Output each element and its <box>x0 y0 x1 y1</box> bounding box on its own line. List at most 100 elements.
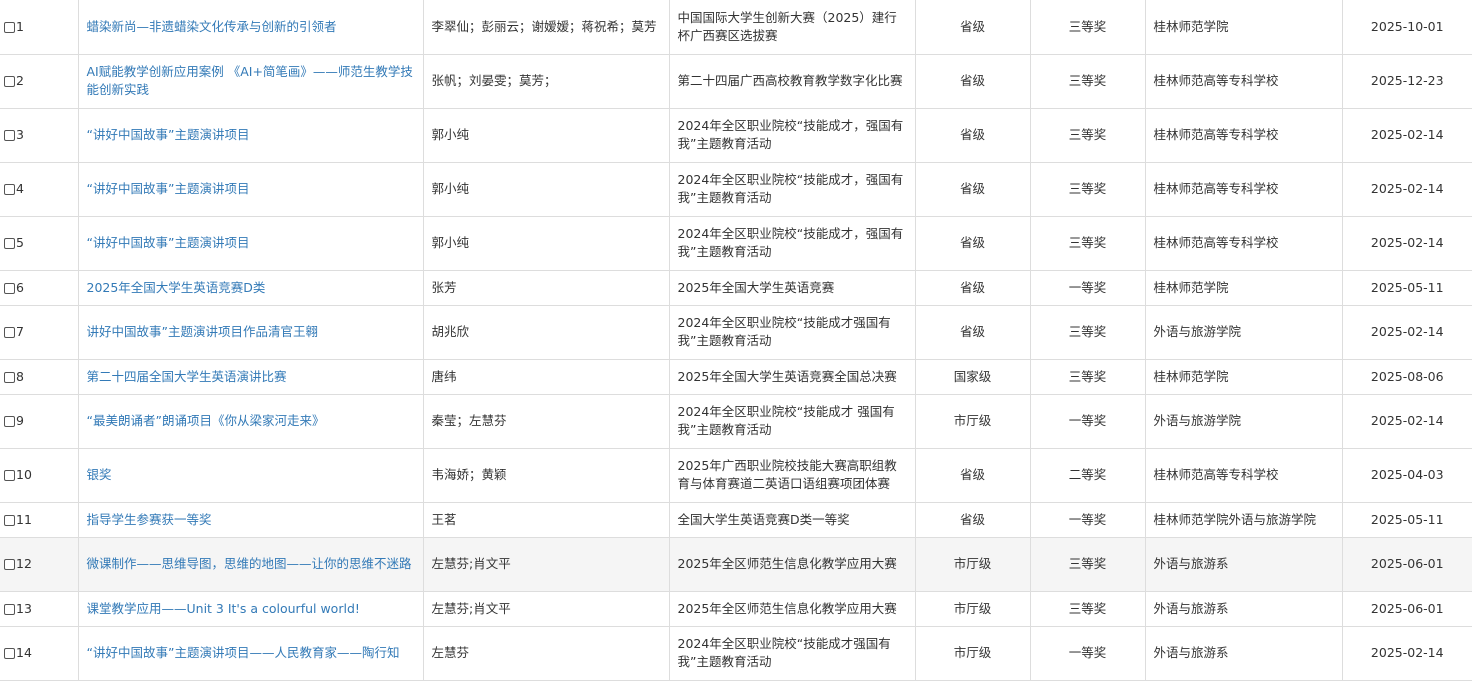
table-row[interactable]: 2 AI赋能教学创新应用案例 《AI+简笔画》——师范生教学技能创新实践 张帆；… <box>0 54 1472 109</box>
row-select-cell[interactable]: 3 <box>0 108 79 163</box>
award-cell: 三等奖 <box>1030 305 1146 360</box>
table-row[interactable]: 14 “讲好中国故事”主题演讲项目——人民教育家——陶行知 左慧芬 2024年全… <box>0 626 1472 681</box>
project-title-link[interactable]: 课堂教学应用——Unit 3 It's a colourful world! <box>87 601 360 616</box>
row-checkbox[interactable] <box>4 559 15 570</box>
row-number: 9 <box>16 413 24 428</box>
row-select-cell[interactable]: 2 <box>0 54 79 109</box>
project-title-link[interactable]: “讲好中国故事”主题演讲项目——人民教育家——陶行知 <box>87 645 400 660</box>
level-cell: 省级 <box>915 270 1031 306</box>
project-title-link[interactable]: 指导学生参赛获一等奖 <box>87 512 212 527</box>
award-cell: 一等奖 <box>1030 394 1146 449</box>
project-title-link[interactable]: 讲好中国故事”主题演讲项目作品清官王翱 <box>87 324 318 339</box>
members-cell: 左慧芬;肖文平 <box>423 537 670 592</box>
row-checkbox[interactable] <box>4 184 15 195</box>
row-select-cell[interactable]: 7 <box>0 305 79 360</box>
table-row[interactable]: 10 银奖 韦海娇；黄颖 2025年广西职业院校技能大赛高职组教育与体育赛道二英… <box>0 448 1472 503</box>
project-title-link[interactable]: “讲好中国故事”主题演讲项目 <box>87 127 250 142</box>
award-cell: 二等奖 <box>1030 448 1146 503</box>
date-cell: 2025-05-11 <box>1342 502 1472 538</box>
date-cell: 2025-02-14 <box>1342 108 1472 163</box>
members-cell: 郭小纯 <box>423 108 670 163</box>
table-row[interactable]: 6 2025年全国大学生英语竞赛D类 张芳 2025年全国大学生英语竞赛 省级 … <box>0 270 1472 306</box>
row-select-cell[interactable]: 12 <box>0 537 79 592</box>
table-row[interactable]: 8 第二十四届全国大学生英语演讲比赛 唐纬 2025年全国大学生英语竞赛全国总决… <box>0 359 1472 395</box>
table-row[interactable]: 5 “讲好中国故事”主题演讲项目 郭小纯 2024年全区职业院校“技能成才，强国… <box>0 216 1472 271</box>
date-cell: 2025-02-14 <box>1342 162 1472 217</box>
row-select-cell[interactable]: 11 <box>0 502 79 538</box>
table-row[interactable]: 11 指导学生参赛获一等奖 王茗 全国大学生英语竞赛D类一等奖 省级 一等奖 桂… <box>0 502 1472 538</box>
row-checkbox[interactable] <box>4 21 15 33</box>
competition-cell: 2024年全区职业院校“技能成才强国有我”主题教育活动 <box>669 305 916 360</box>
date-cell: 2025-02-14 <box>1342 305 1472 360</box>
row-checkbox[interactable] <box>4 416 15 427</box>
competition-cell: 2024年全区职业院校“技能成才，强国有我”主题教育活动 <box>669 216 916 271</box>
table-row[interactable]: 4 “讲好中国故事”主题演讲项目 郭小纯 2024年全区职业院校“技能成才，强国… <box>0 162 1472 217</box>
row-checkbox[interactable] <box>4 327 15 338</box>
date-cell: 2025-02-14 <box>1342 626 1472 681</box>
row-checkbox[interactable] <box>4 514 15 526</box>
project-title-link[interactable]: 微课制作——思维导图，思维的地图——让你的思维不迷路 <box>87 556 412 571</box>
row-number: 14 <box>16 645 32 660</box>
row-select-cell[interactable]: 9 <box>0 394 79 449</box>
award-cell: 三等奖 <box>1030 0 1146 55</box>
row-number: 6 <box>16 279 24 295</box>
row-checkbox[interactable] <box>4 130 15 141</box>
level-cell: 省级 <box>915 216 1031 271</box>
level-cell: 省级 <box>915 448 1031 503</box>
project-title-link[interactable]: “最美朗诵者”朗诵项目《你从梁家河走来》 <box>87 413 325 428</box>
date-cell: 2025-02-14 <box>1342 394 1472 449</box>
row-select-cell[interactable]: 8 <box>0 359 79 395</box>
competition-cell: 2024年全区职业院校“技能成才 强国有我”主题教育活动 <box>669 394 916 449</box>
table-row[interactable]: 3 “讲好中国故事”主题演讲项目 郭小纯 2024年全区职业院校“技能成才，强国… <box>0 108 1472 163</box>
row-select-cell[interactable]: 5 <box>0 216 79 271</box>
table-row[interactable]: 1 蜡染新尚—非遗蜡染文化传承与创新的引领者 李翠仙；彭丽云；谢嫒嫒；蒋祝希；莫… <box>0 0 1472 55</box>
date-cell: 2025-04-03 <box>1342 448 1472 503</box>
project-title-link[interactable]: 银奖 <box>87 467 112 482</box>
row-select-cell[interactable]: 14 <box>0 626 79 681</box>
level-cell: 省级 <box>915 108 1031 163</box>
level-cell: 省级 <box>915 305 1031 360</box>
unit-cell: 外语与旅游系 <box>1145 537 1343 592</box>
unit-cell: 外语与旅游学院 <box>1145 305 1343 360</box>
row-checkbox[interactable] <box>4 603 15 615</box>
date-cell: 2025-02-14 <box>1342 216 1472 271</box>
row-select-cell[interactable]: 4 <box>0 162 79 217</box>
award-cell: 三等奖 <box>1030 162 1146 217</box>
project-title-link[interactable]: 第二十四届全国大学生英语演讲比赛 <box>87 369 287 384</box>
project-title-link[interactable]: “讲好中国故事”主题演讲项目 <box>87 181 250 196</box>
unit-cell: 外语与旅游学院 <box>1145 394 1343 449</box>
level-cell: 市厅级 <box>915 537 1031 592</box>
row-select-cell[interactable]: 1 <box>0 0 79 55</box>
project-title-link[interactable]: 2025年全国大学生英语竞赛D类 <box>87 280 266 295</box>
competition-cell: 2025年全区师范生信息化教学应用大赛 <box>669 537 916 592</box>
row-checkbox[interactable] <box>4 76 15 87</box>
row-number: 5 <box>16 235 24 250</box>
project-title-link[interactable]: “讲好中国故事”主题演讲项目 <box>87 235 250 250</box>
members-cell: 胡兆欣 <box>423 305 670 360</box>
table-row[interactable]: 12 微课制作——思维导图，思维的地图——让你的思维不迷路 左慧芬;肖文平 20… <box>0 537 1472 592</box>
competition-cell: 中国国际大学生创新大赛（2025）建行杯广西赛区选拔赛 <box>669 0 916 55</box>
award-cell: 一等奖 <box>1030 626 1146 681</box>
table-row[interactable]: 9 “最美朗诵者”朗诵项目《你从梁家河走来》 秦莹；左慧芬 2024年全区职业院… <box>0 394 1472 449</box>
members-cell: 韦海娇；黄颖 <box>423 448 670 503</box>
row-select-cell[interactable]: 10 <box>0 448 79 503</box>
table-row[interactable]: 7 讲好中国故事”主题演讲项目作品清官王翱 胡兆欣 2024年全区职业院校“技能… <box>0 305 1472 360</box>
competition-cell: 2024年全区职业院校“技能成才强国有我”主题教育活动 <box>669 626 916 681</box>
competition-cell: 2024年全区职业院校“技能成才，强国有我”主题教育活动 <box>669 108 916 163</box>
members-cell: 郭小纯 <box>423 162 670 217</box>
award-cell: 一等奖 <box>1030 502 1146 538</box>
row-select-cell[interactable]: 6 <box>0 270 79 306</box>
row-checkbox[interactable] <box>4 371 15 383</box>
table-row[interactable]: 13 课堂教学应用——Unit 3 It's a colourful world… <box>0 591 1472 627</box>
row-checkbox[interactable] <box>4 238 15 249</box>
project-title-link[interactable]: AI赋能教学创新应用案例 《AI+简笔画》——师范生教学技能创新实践 <box>87 64 413 97</box>
level-cell: 省级 <box>915 0 1031 55</box>
row-checkbox[interactable] <box>4 282 15 294</box>
row-checkbox[interactable] <box>4 470 15 481</box>
award-cell: 三等奖 <box>1030 537 1146 592</box>
date-cell: 2025-06-01 <box>1342 591 1472 627</box>
row-select-cell[interactable]: 13 <box>0 591 79 627</box>
members-cell: 郭小纯 <box>423 216 670 271</box>
project-title-link[interactable]: 蜡染新尚—非遗蜡染文化传承与创新的引领者 <box>87 19 337 34</box>
row-checkbox[interactable] <box>4 648 15 659</box>
